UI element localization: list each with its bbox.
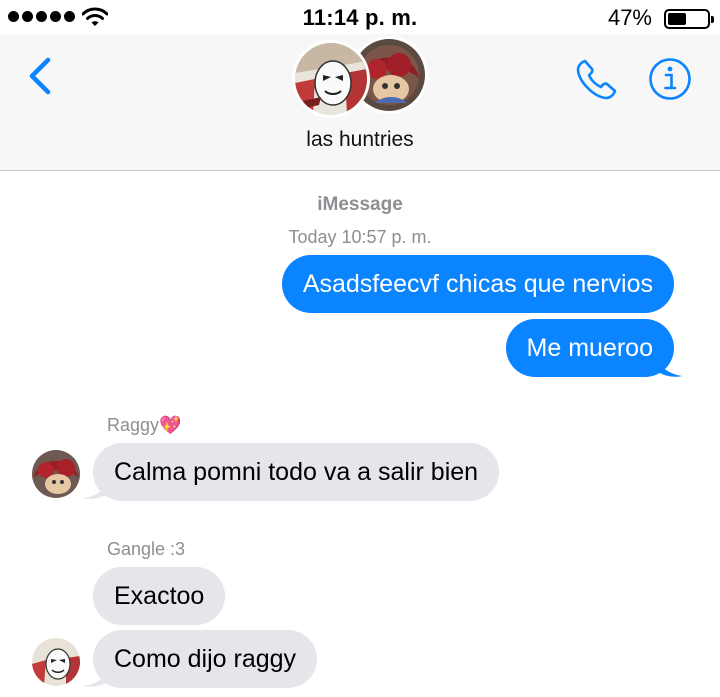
sender-avatar[interactable] (32, 638, 80, 686)
conversation-header: las huntries (0, 34, 720, 171)
group-name[interactable]: las huntries (0, 128, 720, 152)
service-label: iMessage (317, 194, 403, 215)
battery-percentage: 47% (607, 5, 652, 30)
sender-name: Gangle :3 (107, 539, 186, 559)
phone-icon (576, 59, 617, 100)
info-icon (649, 58, 691, 100)
sender-name: Raggy💖 (107, 415, 182, 435)
battery-icon (664, 9, 714, 29)
battery-level (668, 13, 686, 25)
message-bubble-outgoing[interactable]: Asadsfeecvf chicas que nervios (281, 255, 674, 313)
message-bubble-incoming[interactable]: Como dijo raggy (93, 630, 318, 688)
message-bubble-incoming[interactable]: Exactoo (93, 567, 226, 625)
back-chevron-icon (29, 57, 51, 95)
status-bar: 11:14 p. m. 47% (0, 0, 720, 34)
message-bubble-incoming[interactable]: Calma pomni todo va a salir bien (93, 443, 500, 501)
message-timestamp: Today 10:57 p. m. (288, 227, 432, 247)
back-button[interactable] (22, 54, 62, 98)
group-member-avatar-gangle (292, 40, 370, 118)
group-avatars[interactable] (292, 36, 432, 120)
sender-avatar[interactable] (32, 450, 80, 498)
message-bubble-outgoing[interactable]: Me mueroo (505, 319, 674, 377)
call-button[interactable] (572, 56, 620, 104)
info-button[interactable] (647, 56, 693, 102)
